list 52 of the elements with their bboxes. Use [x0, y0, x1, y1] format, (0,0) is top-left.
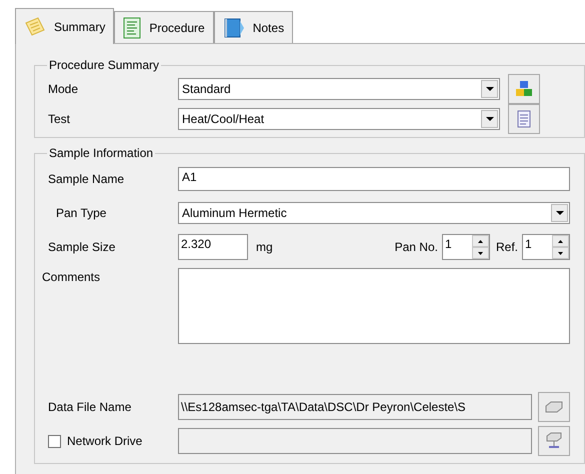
cubes-icon [515, 80, 533, 98]
field-label: Ref. [496, 239, 518, 256]
caret-icon [556, 211, 564, 215]
tab[interactable]: Summary [15, 8, 114, 44]
spin-up-button[interactable] [472, 235, 489, 247]
dropdown-button[interactable] [481, 80, 498, 98]
document-icon [123, 16, 142, 38]
reference-spinner[interactable]: 1 [522, 234, 570, 260]
caret-icon [486, 87, 494, 91]
data-file-name-field[interactable]: \\Es128amsec-tga\TA\Data\DSC\Dr Peyron\Celeste\S [178, 394, 532, 420]
network-drive-field[interactable] [178, 428, 532, 454]
notepad-icon [24, 16, 46, 36]
sample-size-field[interactable]: 2.320 [178, 234, 248, 260]
down-arrow-icon [478, 252, 483, 254]
dropdown-button[interactable] [551, 204, 568, 222]
field-label: Pan No. [394, 239, 438, 256]
down-arrow-icon [558, 252, 563, 254]
field-label: Sample Size [48, 239, 116, 256]
sample-name-field[interactable]: A1 [178, 167, 570, 191]
network-drive-icon [546, 432, 562, 450]
mode-button[interactable] [508, 74, 540, 104]
group-title: Procedure Summary [48, 57, 160, 74]
checkbox[interactable] [48, 434, 61, 448]
document-icon [517, 110, 531, 128]
field-label: Pan Type [55, 205, 108, 222]
field-label: Sample Name [48, 171, 126, 188]
field-label: Comments [42, 269, 102, 286]
network-button[interactable] [538, 426, 570, 456]
up-arrow-icon [478, 240, 483, 242]
browse-button[interactable] [538, 392, 570, 422]
pan-number-spinner[interactable]: 1 [442, 234, 490, 260]
dropdown-button[interactable] [481, 110, 498, 128]
mode-dropdown[interactable]: Standard [178, 78, 500, 100]
up-arrow-icon [558, 240, 563, 242]
group-title: Sample Information [48, 145, 154, 162]
spin-up-button[interactable] [552, 235, 569, 247]
test-button[interactable] [508, 104, 540, 134]
caret-icon [486, 117, 494, 121]
spin-down-button[interactable] [552, 247, 569, 259]
field-label: Test [48, 111, 72, 128]
checkbox-label: Network Drive [67, 433, 142, 450]
tab[interactable]: Procedure [114, 11, 214, 43]
pan-type-dropdown[interactable]: Aluminum Hermetic [178, 202, 570, 224]
tab[interactable]: Notes [214, 11, 294, 43]
field-label: Mode [48, 81, 80, 98]
drive-icon [545, 401, 563, 413]
field-label: Data File Name [48, 399, 132, 416]
test-dropdown[interactable]: Heat/Cool/Heat [178, 108, 500, 130]
notebook-icon [222, 16, 245, 38]
comments-field[interactable] [178, 268, 570, 344]
unit-label: mg [256, 239, 273, 256]
spin-down-button[interactable] [472, 247, 489, 259]
